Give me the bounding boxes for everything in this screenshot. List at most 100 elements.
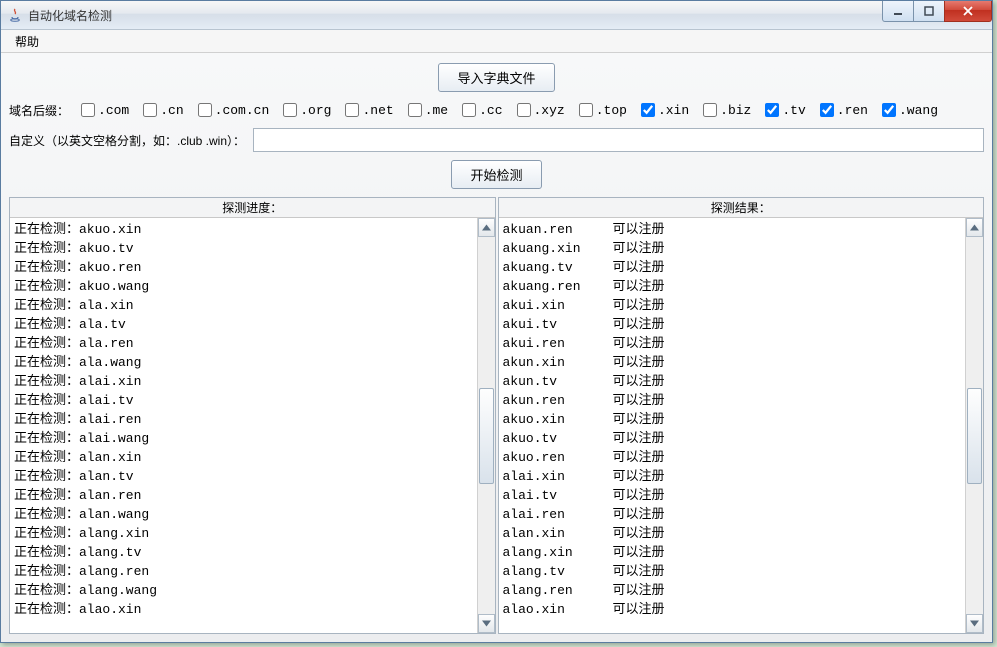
list-item[interactable]: alang.ren可以注册 <box>503 581 962 600</box>
scroll-up-icon[interactable] <box>966 218 983 237</box>
suffix-checkbox[interactable]: .biz <box>699 100 751 120</box>
list-item[interactable]: alang.tv可以注册 <box>503 562 962 581</box>
suffix-checkbox-input[interactable] <box>345 103 359 117</box>
scroll-thumb[interactable] <box>967 388 982 484</box>
list-item[interactable]: 正在检测：ala.ren <box>14 334 473 353</box>
list-item[interactable]: 正在检测：alan.ren <box>14 486 473 505</box>
list-item[interactable]: akuo.ren可以注册 <box>503 448 962 467</box>
list-item[interactable]: alai.ren可以注册 <box>503 505 962 524</box>
suffix-checkbox[interactable]: .com.cn <box>194 100 270 120</box>
maximize-button[interactable] <box>913 1 945 22</box>
list-item[interactable]: akui.xin可以注册 <box>503 296 962 315</box>
scroll-track[interactable] <box>966 237 983 614</box>
suffix-checkbox[interactable]: .cc <box>458 100 502 120</box>
titlebar[interactable]: 自动化域名检测 <box>1 1 992 30</box>
list-item[interactable]: 正在检测：akuo.tv <box>14 239 473 258</box>
scroll-up-icon[interactable] <box>478 218 495 237</box>
list-item[interactable]: alai.xin可以注册 <box>503 467 962 486</box>
list-item[interactable]: 正在检测：ala.tv <box>14 315 473 334</box>
suffix-checkbox-input[interactable] <box>579 103 593 117</box>
list-item[interactable]: 正在检测：alang.xin <box>14 524 473 543</box>
scroll-thumb[interactable] <box>479 388 494 484</box>
result-domain: alang.xin <box>503 543 613 562</box>
suffix-checkbox[interactable]: .net <box>341 100 393 120</box>
suffix-checkbox-input[interactable] <box>408 103 422 117</box>
scroll-down-icon[interactable] <box>966 614 983 633</box>
suffix-checkbox[interactable]: .xyz <box>513 100 565 120</box>
suffix-checkbox-input[interactable] <box>283 103 297 117</box>
list-item[interactable]: 正在检测：alai.ren <box>14 410 473 429</box>
list-item[interactable]: akuang.xin可以注册 <box>503 239 962 258</box>
list-item[interactable]: akui.tv可以注册 <box>503 315 962 334</box>
list-item[interactable]: alang.xin可以注册 <box>503 543 962 562</box>
suffix-checkbox-input[interactable] <box>765 103 779 117</box>
suffix-checkbox-input[interactable] <box>462 103 476 117</box>
result-status: 可以注册 <box>613 258 665 277</box>
suffix-checkbox[interactable]: .cn <box>139 100 183 120</box>
result-status: 可以注册 <box>613 372 665 391</box>
suffix-checkbox[interactable]: .xin <box>637 100 689 120</box>
custom-input[interactable] <box>253 128 984 152</box>
result-domain: akun.xin <box>503 353 613 372</box>
list-item[interactable]: 正在检测：akuo.xin <box>14 220 473 239</box>
suffix-checkbox[interactable]: .wang <box>878 100 938 120</box>
suffix-checkbox[interactable]: .com <box>77 100 129 120</box>
list-item[interactable]: 正在检测：alang.tv <box>14 543 473 562</box>
list-item[interactable]: 正在检测：akuo.ren <box>14 258 473 277</box>
list-item[interactable]: akuang.ren可以注册 <box>503 277 962 296</box>
scroll-down-icon[interactable] <box>478 614 495 633</box>
results-scrollbar[interactable] <box>965 218 983 633</box>
suffix-checkbox-input[interactable] <box>820 103 834 117</box>
list-item[interactable]: alao.xin可以注册 <box>503 600 962 619</box>
result-domain: akuang.ren <box>503 277 613 296</box>
suffix-checkbox-label: .cc <box>479 103 502 118</box>
list-item[interactable]: akuo.xin可以注册 <box>503 410 962 429</box>
list-item[interactable]: akui.ren可以注册 <box>503 334 962 353</box>
progress-panel: 探测进度： 正在检测：akuo.xin正在检测：akuo.tv正在检测：akuo… <box>9 197 496 634</box>
suffix-checkbox[interactable]: .org <box>279 100 331 120</box>
list-item[interactable]: akun.ren可以注册 <box>503 391 962 410</box>
suffix-checkbox[interactable]: .top <box>575 100 627 120</box>
progress-list[interactable]: 正在检测：akuo.xin正在检测：akuo.tv正在检测：akuo.ren正在… <box>10 218 477 633</box>
list-item[interactable]: 正在检测：ala.xin <box>14 296 473 315</box>
menu-help[interactable]: 帮助 <box>7 31 47 52</box>
suffix-checkbox-input[interactable] <box>517 103 531 117</box>
suffix-checkbox-input[interactable] <box>703 103 717 117</box>
list-item[interactable]: akuan.ren可以注册 <box>503 220 962 239</box>
suffix-checkbox-label: .ren <box>837 103 868 118</box>
list-item[interactable]: 正在检测：alai.tv <box>14 391 473 410</box>
list-item[interactable]: akun.xin可以注册 <box>503 353 962 372</box>
list-item[interactable]: 正在检测：alai.wang <box>14 429 473 448</box>
list-item[interactable]: 正在检测：alai.xin <box>14 372 473 391</box>
start-detect-button[interactable]: 开始检测 <box>451 160 541 189</box>
suffix-checkbox-input[interactable] <box>882 103 896 117</box>
list-item[interactable]: akuo.tv可以注册 <box>503 429 962 448</box>
import-dict-button[interactable]: 导入字典文件 <box>438 63 554 92</box>
list-item[interactable]: alai.tv可以注册 <box>503 486 962 505</box>
suffix-checkbox-label: .com.cn <box>215 103 270 118</box>
results-list[interactable]: akuan.ren可以注册akuang.xin可以注册akuang.tv可以注册… <box>499 218 966 633</box>
suffix-checkbox-input[interactable] <box>641 103 655 117</box>
list-item[interactable]: 正在检测：alan.wang <box>14 505 473 524</box>
suffix-checkbox[interactable]: .me <box>404 100 448 120</box>
list-item[interactable]: 正在检测：alao.xin <box>14 600 473 619</box>
list-item[interactable]: 正在检测：ala.wang <box>14 353 473 372</box>
minimize-button[interactable] <box>882 1 914 22</box>
suffix-checkbox[interactable]: .tv <box>761 100 805 120</box>
scroll-track[interactable] <box>478 237 495 614</box>
list-item[interactable]: akuang.tv可以注册 <box>503 258 962 277</box>
suffix-checkbox[interactable]: .ren <box>816 100 868 120</box>
progress-scrollbar[interactable] <box>477 218 495 633</box>
result-status: 可以注册 <box>613 581 665 600</box>
list-item[interactable]: 正在检测：akuo.wang <box>14 277 473 296</box>
list-item[interactable]: 正在检测：alan.tv <box>14 467 473 486</box>
list-item[interactable]: alan.xin可以注册 <box>503 524 962 543</box>
list-item[interactable]: 正在检测：alang.wang <box>14 581 473 600</box>
suffix-checkbox-input[interactable] <box>81 103 95 117</box>
list-item[interactable]: 正在检测：alang.ren <box>14 562 473 581</box>
list-item[interactable]: 正在检测：alan.xin <box>14 448 473 467</box>
suffix-checkbox-input[interactable] <box>198 103 212 117</box>
list-item[interactable]: akun.tv可以注册 <box>503 372 962 391</box>
close-button[interactable] <box>944 1 992 22</box>
suffix-checkbox-input[interactable] <box>143 103 157 117</box>
